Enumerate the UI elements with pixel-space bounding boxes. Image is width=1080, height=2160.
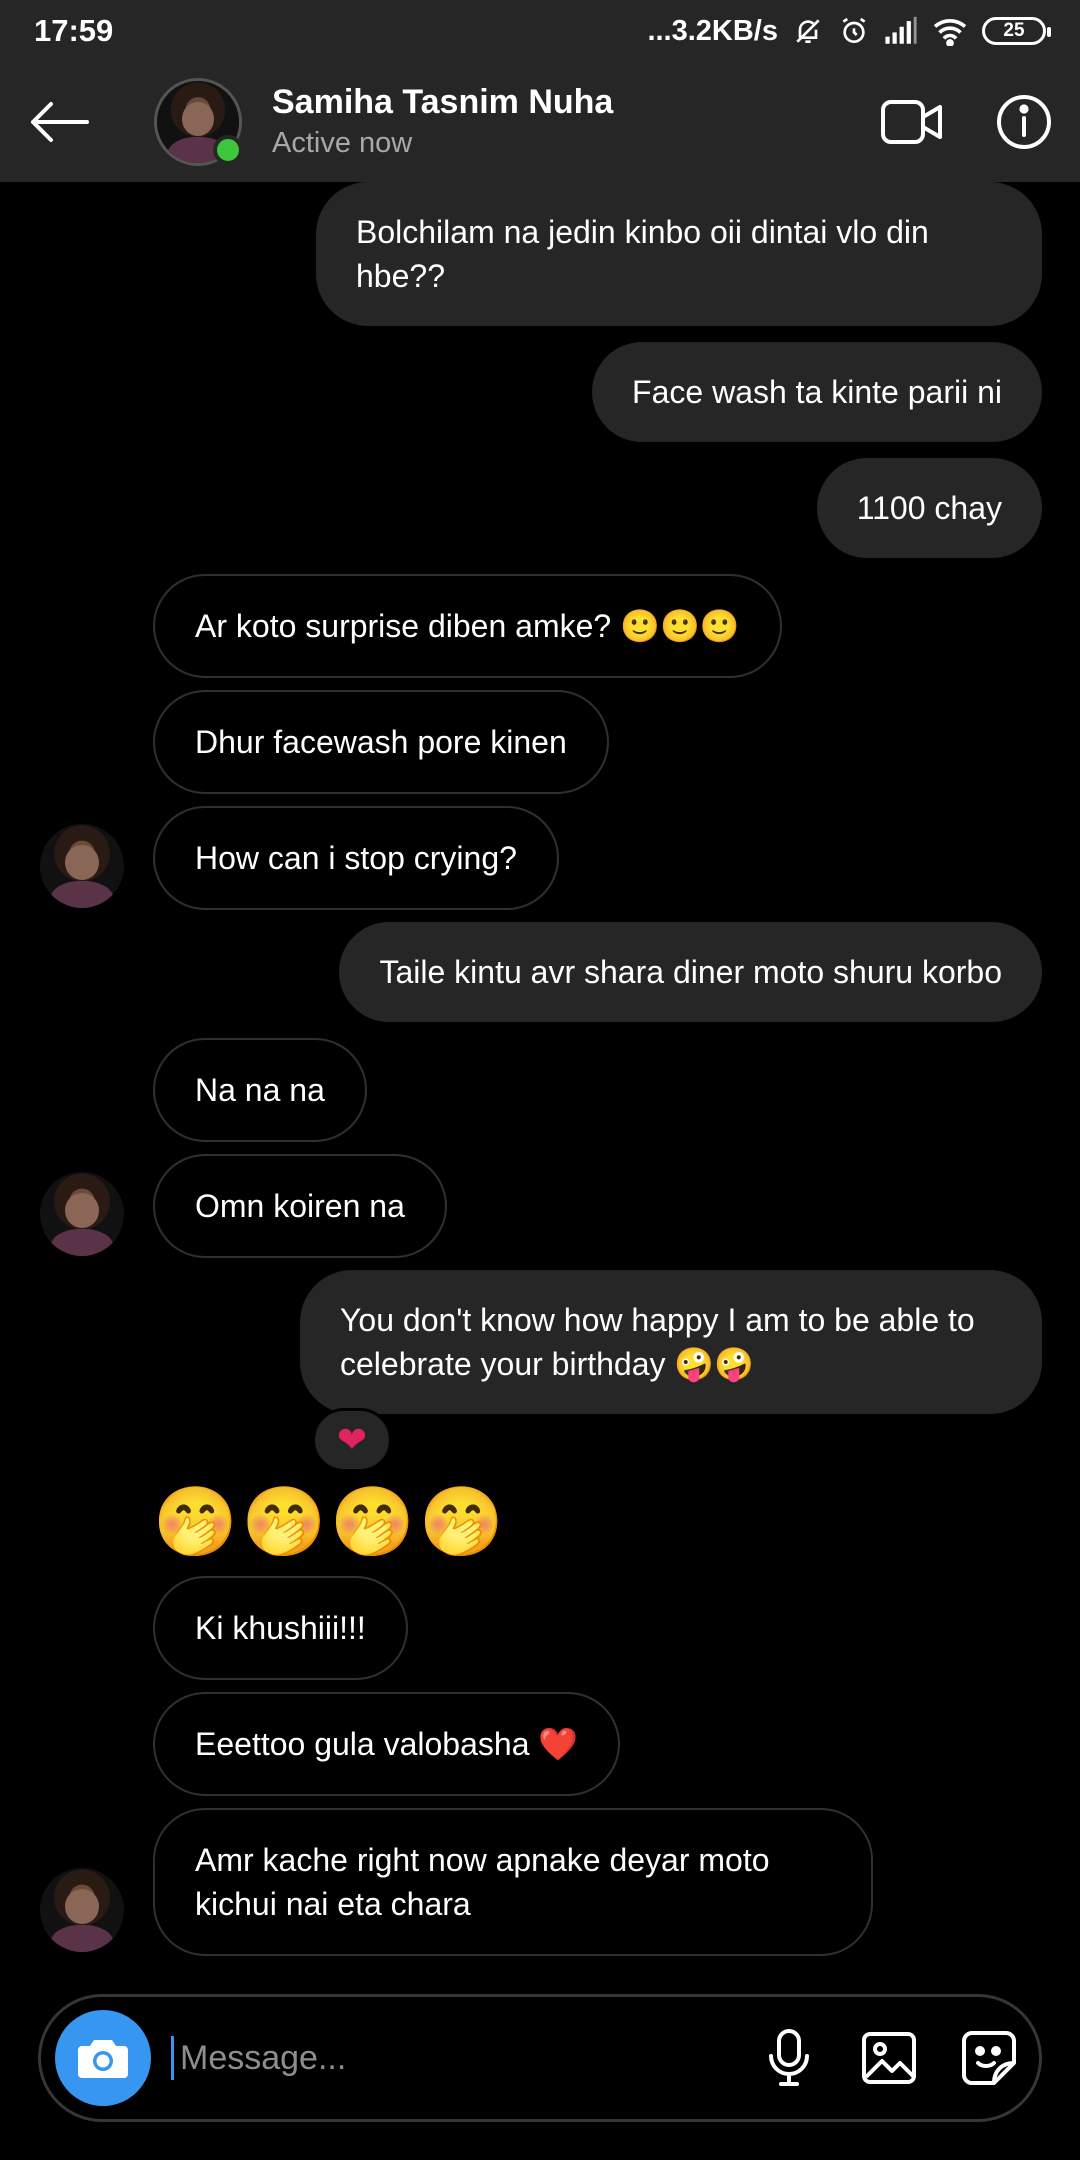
message-text: Eeettoo gula valobasha ❤️ xyxy=(195,1726,579,1762)
sender-avatar[interactable] xyxy=(40,1868,124,1952)
message-incoming[interactable]: Ki khushiii!!! xyxy=(153,1576,408,1680)
message-outgoing[interactable]: Bolchilam na jedin kinbo oii dintai vlo … xyxy=(316,182,1042,326)
gallery-icon xyxy=(862,2032,916,2084)
camera-icon xyxy=(78,2040,128,2078)
message-text: Dhur facewash pore kinen xyxy=(195,724,567,760)
message-text: 1100 chay xyxy=(856,490,1002,526)
message-text: Bolchilam na jedin kinbo oii dintai vlo … xyxy=(356,214,929,294)
chat-header: Samiha Tasnim Nuha Active now xyxy=(0,62,1080,182)
emoji-message[interactable]: 🤭🤭🤭🤭 xyxy=(153,1482,508,1562)
message-incoming[interactable]: Dhur facewash pore kinen xyxy=(153,690,609,794)
gallery-button[interactable] xyxy=(839,2008,939,2108)
message-text: You don't know how happy I am to be able… xyxy=(340,1302,975,1382)
back-button[interactable] xyxy=(0,62,120,182)
network-speed: ...3.2KB/s xyxy=(647,14,778,47)
message-incoming[interactable]: Eeettoo gula valobasha ❤️ xyxy=(153,1692,621,1796)
heart-icon: ❤ xyxy=(336,1419,368,1460)
message-outgoing[interactable]: 1100 chay xyxy=(816,458,1042,558)
microphone-icon xyxy=(769,2029,809,2086)
contact-info[interactable]: Samiha Tasnim Nuha Active now xyxy=(272,81,856,163)
message-outgoing[interactable]: Face wash ta kinte parii ni xyxy=(592,342,1042,442)
video-call-icon xyxy=(881,100,942,144)
mute-bell-icon xyxy=(796,19,820,43)
message-text: Amr kache right now apnake deyar moto ki… xyxy=(195,1842,770,1922)
info-button[interactable] xyxy=(968,62,1080,182)
back-arrow-icon xyxy=(31,102,89,142)
contact-name: Samiha Tasnim Nuha xyxy=(272,83,614,121)
sender-avatar[interactable] xyxy=(40,1172,124,1256)
status-time: 17:59 xyxy=(34,13,114,48)
video-call-button[interactable] xyxy=(856,62,968,182)
heart-reaction[interactable]: ❤ xyxy=(312,1408,392,1472)
message-text: Ar koto surprise diben amke? 🙂🙂🙂 xyxy=(195,608,740,644)
message-text: Na na na xyxy=(195,1072,325,1108)
contact-status: Active now xyxy=(272,127,413,159)
sticker-icon xyxy=(962,2031,1016,2085)
message-input[interactable] xyxy=(171,2036,739,2080)
message-incoming[interactable]: Amr kache right now apnake deyar moto ki… xyxy=(153,1808,873,1956)
sticker-button[interactable] xyxy=(939,2008,1039,2108)
message-incoming[interactable]: How can i stop crying? xyxy=(153,806,559,910)
message-incoming[interactable]: Ar koto surprise diben amke? 🙂🙂🙂 xyxy=(153,574,782,678)
info-icon xyxy=(997,95,1051,149)
camera-button[interactable] xyxy=(55,2010,151,2106)
message-text: How can i stop crying? xyxy=(195,840,517,876)
message-incoming[interactable]: Na na na xyxy=(153,1038,367,1142)
voice-message-button[interactable] xyxy=(739,2008,839,2108)
message-text: Face wash ta kinte parii ni xyxy=(632,374,1002,410)
alarm-icon xyxy=(842,17,866,43)
status-icons: ...3.2KB/s 25 xyxy=(647,14,1051,48)
sender-avatar[interactable] xyxy=(40,824,124,908)
battery-level: 25 xyxy=(1003,20,1025,41)
contact-avatar[interactable] xyxy=(154,78,243,166)
message-incoming[interactable]: Omn koiren na xyxy=(153,1154,447,1258)
status-bar: 17:59 ...3.2KB/s 25 xyxy=(0,0,1080,62)
message-text: Ki khushiii!!! xyxy=(195,1610,366,1646)
signal-icon xyxy=(885,16,917,44)
message-composer xyxy=(38,1994,1042,2122)
message-outgoing[interactable]: Taile kintu avr shara diner moto shuru k… xyxy=(339,922,1042,1022)
message-outgoing[interactable]: You don't know how happy I am to be able… xyxy=(300,1270,1042,1414)
message-text: Taile kintu avr shara diner moto shuru k… xyxy=(379,954,1002,990)
online-indicator xyxy=(213,135,243,165)
message-thread[interactable]: Bolchilam na jedin kinbo oii dintai vlo … xyxy=(0,182,1080,1982)
wifi-icon xyxy=(933,19,967,46)
battery-icon: 25 xyxy=(982,17,1051,45)
message-text: Omn koiren na xyxy=(195,1188,405,1224)
